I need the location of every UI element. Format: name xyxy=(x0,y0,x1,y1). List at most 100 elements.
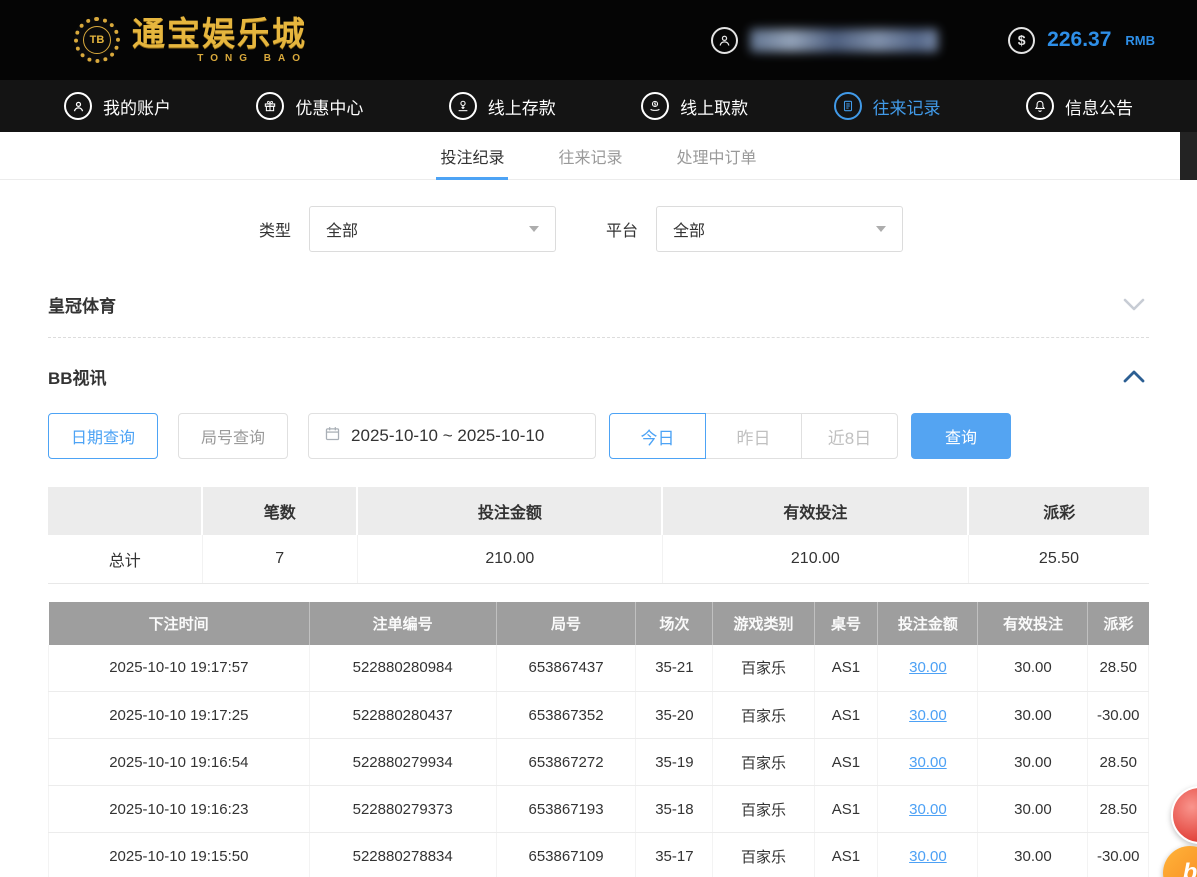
type-filter-label: 类型 xyxy=(259,223,292,240)
quick-date-group: 今日 昨日 近8日 xyxy=(609,413,899,459)
chevron-up-icon[interactable] xyxy=(1119,366,1149,387)
chevron-down-icon xyxy=(529,226,540,232)
cell-slip-number: 522880279373 xyxy=(309,785,497,833)
brand-logo[interactable]: TB 通宝娱乐城 TONG BAO xyxy=(74,17,307,64)
chevron-down-icon[interactable] xyxy=(1119,294,1149,315)
nav-item-transaction-records[interactable]: 往来记录 xyxy=(833,92,941,120)
logo-subtitle: TONG BAO xyxy=(197,52,307,64)
tab-bar: 投注纪录 往来记录 处理中订单 xyxy=(0,132,1197,180)
today-button[interactable]: 今日 xyxy=(609,413,707,459)
cell-payout: -30.00 xyxy=(1087,691,1149,739)
bet-amount-link[interactable]: 30.00 xyxy=(909,659,947,676)
cell-round-number: 653867352 xyxy=(496,691,637,739)
summary-header-row: 笔数 投注金额 有效投注 派彩 xyxy=(48,487,1149,535)
balance[interactable]: $ 226.37 RMB xyxy=(1008,26,1155,54)
balance-amount: 226.37 xyxy=(1047,28,1112,51)
type-filter-group: 类型 全部 xyxy=(259,206,557,252)
col-header-bet-time: 下注时间 xyxy=(48,601,310,645)
col-header-table-number: 桌号 xyxy=(814,601,879,645)
username-blurred xyxy=(750,28,939,52)
cell-slip-number: 522880280984 xyxy=(309,644,497,692)
floating-chat-button[interactable]: b xyxy=(1163,846,1197,877)
cell-valid-bet: 30.00 xyxy=(977,644,1089,692)
platform-filter-group: 平台 全部 xyxy=(606,206,904,252)
summary-header-cell: 笔数 xyxy=(202,487,359,535)
summary-value-cell: 25.50 xyxy=(968,535,1149,584)
bet-amount-link[interactable]: 30.00 xyxy=(909,754,947,771)
cell-slip-number: 522880280437 xyxy=(309,691,497,739)
records-icon xyxy=(833,92,862,120)
col-header-payout: 派彩 xyxy=(1087,601,1149,645)
nav-item-label: 往来记录 xyxy=(872,98,941,118)
bet-amount-link[interactable]: 30.00 xyxy=(909,801,947,818)
nav-item-online-deposit[interactable]: 线上存款 xyxy=(448,92,556,120)
date-range-input[interactable]: 2025-10-10 ~ 2025-10-10 xyxy=(308,413,597,459)
tab-transaction-records[interactable]: 往来记录 xyxy=(554,132,626,179)
platform-select[interactable]: 全部 xyxy=(656,206,904,252)
bet-amount-link[interactable]: 30.00 xyxy=(909,707,947,724)
logo-title: 通宝娱乐城 xyxy=(132,13,307,53)
col-header-valid-bet: 有效投注 xyxy=(977,601,1089,645)
side-widget-edge[interactable] xyxy=(1180,132,1197,180)
summary-header-cell: 有效投注 xyxy=(662,487,970,535)
logo-text: 通宝娱乐城 TONG BAO xyxy=(132,17,307,64)
col-header-bet-amount: 投注金额 xyxy=(877,601,979,645)
cell-payout: -30.00 xyxy=(1087,832,1149,877)
cell-table-number: AS1 xyxy=(814,691,879,739)
main-nav: 我的账户 优惠中心 线上存款 $ 线上取款 往来记录 信息公告 xyxy=(0,80,1197,132)
table-row: 2025-10-10 19:17:57 522880280984 653867437… xyxy=(48,644,1149,692)
type-select[interactable]: 全部 xyxy=(309,206,557,252)
nav-item-online-withdrawal[interactable]: $ 线上取款 xyxy=(641,92,748,120)
nav-item-label: 优惠中心 xyxy=(295,98,364,118)
header-right: $ 226.37 RMB xyxy=(711,26,1155,54)
section-crown-title: 皇冠体育 xyxy=(48,297,116,316)
cell-game-type: 百家乐 xyxy=(712,738,815,786)
cell-bet-amount: 30.00 xyxy=(877,738,979,786)
tab-processing-orders[interactable]: 处理中订单 xyxy=(673,132,761,179)
cell-round-number: 653867272 xyxy=(496,738,637,786)
gift-icon xyxy=(256,92,285,120)
user-avatar-icon xyxy=(711,26,739,54)
cell-bet-time: 2025-10-10 19:16:23 xyxy=(48,785,310,833)
platform-filter-label: 平台 xyxy=(606,223,639,240)
bell-icon xyxy=(1025,92,1054,120)
cell-bet-time: 2025-10-10 19:16:54 xyxy=(48,738,310,786)
date-query-button[interactable]: 日期查询 xyxy=(48,413,159,459)
nav-item-announcements[interactable]: 信息公告 xyxy=(1025,92,1133,120)
cell-bet-time: 2025-10-10 19:15:50 xyxy=(48,832,310,877)
user-account[interactable] xyxy=(711,26,939,54)
cell-round-number: 653867193 xyxy=(496,785,637,833)
tab-bet-records[interactable]: 投注纪录 xyxy=(436,132,509,180)
chevron-down-icon xyxy=(876,226,887,232)
chat-button-label: b xyxy=(1182,859,1197,877)
cell-bet-amount: 30.00 xyxy=(877,832,979,877)
cell-bet-amount: 30.00 xyxy=(877,691,979,739)
col-header-slip-number: 注单编号 xyxy=(309,601,497,645)
bet-records-table: 下注时间 注单编号 局号 场次 游戏类别 桌号 投注金额 有效投注 派彩 2025-10-10 1… xyxy=(48,601,1149,877)
cell-payout: 28.50 xyxy=(1087,785,1149,833)
search-button[interactable]: 查询 xyxy=(911,413,1012,459)
cell-bet-time: 2025-10-10 19:17:25 xyxy=(48,691,310,739)
yesterday-button[interactable]: 昨日 xyxy=(705,413,803,459)
nav-item-promotions[interactable]: 优惠中心 xyxy=(256,92,363,120)
round-query-button[interactable]: 局号查询 xyxy=(178,413,289,459)
last-8-days-button[interactable]: 近8日 xyxy=(801,413,899,459)
section-crown-sports[interactable]: 皇冠体育 xyxy=(48,276,1149,338)
summary-total-label: 总计 xyxy=(48,535,203,584)
bet-amount-link[interactable]: 30.00 xyxy=(909,848,947,865)
nav-item-my-account[interactable]: 我的账户 xyxy=(64,92,171,120)
nav-item-label: 线上取款 xyxy=(680,98,749,118)
cell-session: 35-21 xyxy=(635,644,714,692)
deposit-icon xyxy=(448,92,477,120)
table-row: 2025-10-10 19:15:50 522880278834 653867109… xyxy=(48,832,1149,877)
summary-value-cell: 7 xyxy=(202,535,358,584)
summary-header-cell: 投注金额 xyxy=(357,487,664,535)
cell-table-number: AS1 xyxy=(814,644,879,692)
summary-header-empty xyxy=(48,487,204,535)
col-header-game-type: 游戏类别 xyxy=(712,601,815,645)
floating-promo-button[interactable] xyxy=(1171,786,1197,844)
filter-row: 类型 全部 平台 全部 xyxy=(0,180,1197,276)
calendar-icon xyxy=(324,425,341,447)
section-bb-video[interactable]: BB视讯 xyxy=(48,338,1149,405)
cell-bet-amount: 30.00 xyxy=(877,644,979,692)
